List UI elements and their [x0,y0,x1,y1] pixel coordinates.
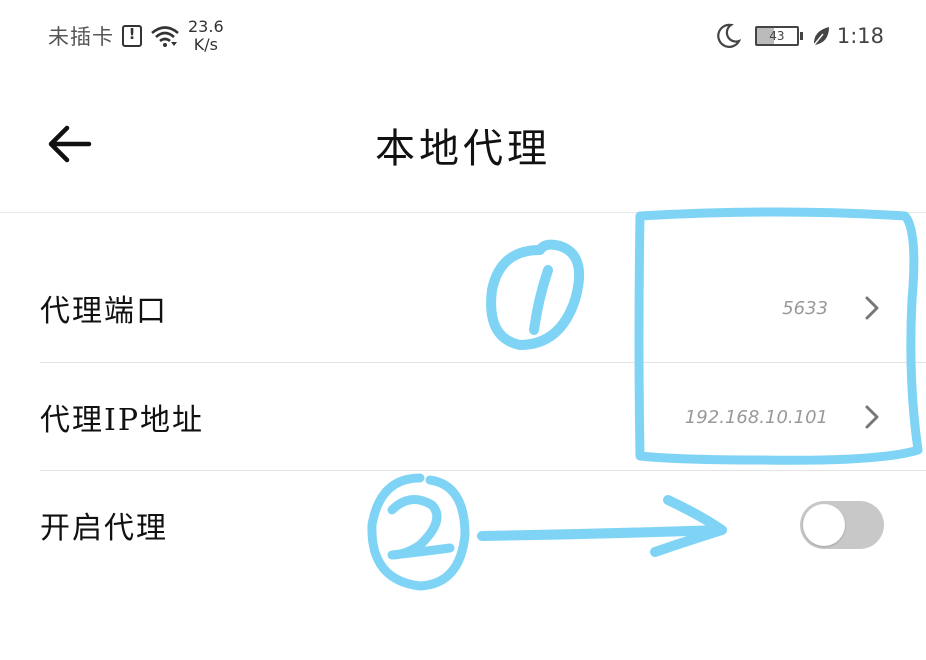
clock: 1:18 [836,24,884,48]
network-speed: 23.6 K/s [188,18,224,54]
setting-row-proxy-port[interactable]: 代理端口 5633 [40,254,886,362]
status-bar: 未插卡 23.6 K/s 43 1:18 [0,0,926,72]
chevron-right-icon [865,296,879,320]
chevron-right-icon [865,405,879,429]
toggle-knob [803,504,845,546]
sim-alert-icon [122,25,142,47]
network-speed-value: 23.6 [188,17,224,36]
network-speed-unit: K/s [193,35,218,54]
moon-icon [717,23,741,48]
wifi-icon [151,26,179,47]
status-bar-right: 43 1:18 [715,18,884,54]
proxy-ip-value: 192.168.10.101 [684,406,828,428]
battery-level: 43 [769,29,785,43]
proxy-port-value: 5633 [782,297,828,319]
leaf-icon [813,27,829,46]
enable-proxy-toggle[interactable] [800,501,884,549]
page-title: 本地代理 [375,126,551,172]
battery-icon: 43 [754,26,803,46]
setting-label: 代理IP地址 [40,403,205,438]
setting-row-proxy-ip[interactable]: 代理IP地址 192.168.10.101 [40,363,886,471]
status-bar-left: 未插卡 23.6 K/s [48,16,224,56]
setting-row-enable-proxy: 开启代理 [40,471,886,579]
setting-label: 开启代理 [40,511,168,546]
carrier-label: 未插卡 [48,25,114,49]
header-divider [0,212,926,213]
setting-label: 代理端口 [40,294,168,329]
app-header: 本地代理 [0,72,926,212]
